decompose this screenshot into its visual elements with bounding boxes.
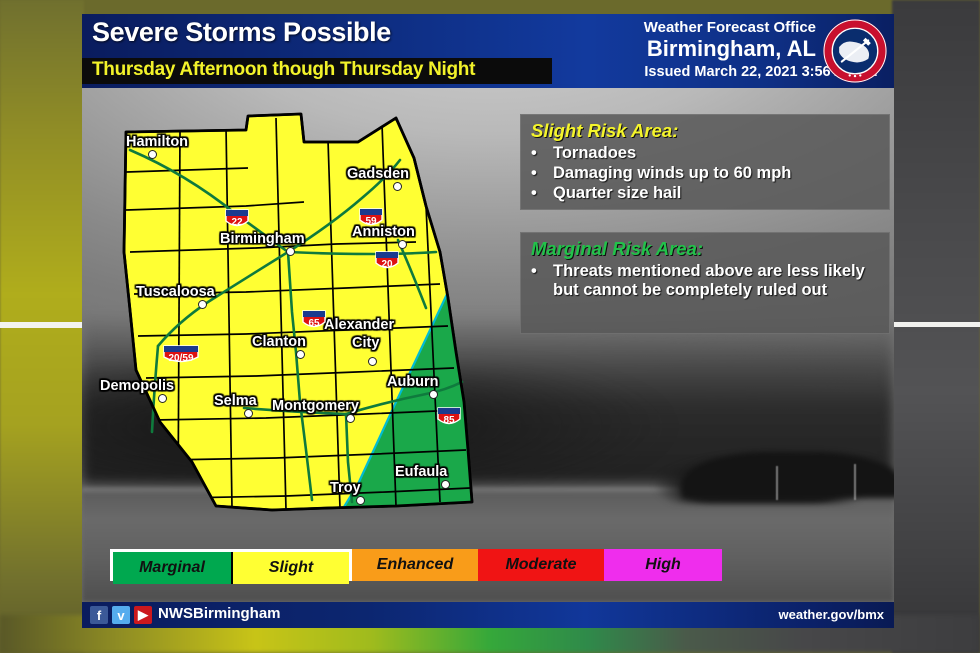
social-handle[interactable]: NWSBirmingham	[158, 605, 281, 622]
bullet-icon: •	[531, 184, 537, 202]
city-label: Demopolis	[100, 378, 175, 394]
city-label: Selma	[214, 393, 257, 409]
marginal-risk-heading: Marginal Risk Area:	[531, 238, 704, 259]
slight-risk-box: Slight Risk Area: • Tornadoes • Damaging…	[520, 114, 890, 210]
city-marker-dot	[198, 300, 207, 309]
marginal-bullet: • Threats mentioned above are less likel…	[531, 262, 889, 300]
legend-item-marginal: Marginal	[113, 552, 231, 584]
city-label: Troy	[330, 480, 361, 496]
city-marker-dot	[398, 240, 407, 249]
legend-label: Marginal	[139, 559, 205, 576]
bullet-icon: •	[531, 164, 537, 182]
city-label: Hamilton	[126, 134, 189, 150]
treeline	[682, 452, 894, 498]
header-bar: Severe Storms Possible Thursday Afternoo…	[82, 14, 894, 88]
footer-bar: f ᴠ ▶ NWSBirmingham weather.gov/bmx	[82, 602, 894, 628]
office-location: Birmingham, AL	[646, 36, 816, 61]
interstate-shield: 59	[358, 207, 384, 229]
city-label: Clanton	[252, 334, 306, 350]
city-marker-dot	[368, 357, 377, 366]
legend-label: Enhanced	[376, 556, 454, 573]
city-label: Montgomery	[272, 398, 359, 414]
graphic-panel: Severe Storms Possible Thursday Afternoo…	[82, 14, 894, 628]
marginal-risk-box: Marginal Risk Area: • Threats mentioned …	[520, 232, 890, 334]
bullet-text: Threats mentioned above are less likely …	[553, 262, 865, 299]
city-label: Alexander	[324, 317, 395, 333]
weather-graphic: Severe Storms Possible Thursday Afternoo…	[0, 0, 980, 653]
legend-label: High	[645, 556, 681, 573]
bullet-icon: •	[531, 262, 537, 280]
svg-text:59: 59	[365, 216, 377, 227]
slight-risk-heading: Slight Risk Area:	[531, 120, 679, 141]
legend-item-enhanced: Enhanced	[352, 549, 478, 581]
facebook-icon[interactable]: f	[90, 606, 108, 624]
bullet-icon: •	[531, 144, 537, 162]
city-marker-dot	[356, 496, 365, 505]
city-label: Eufaula	[395, 464, 448, 480]
city-label: Birmingham	[220, 231, 305, 247]
city-label: City	[352, 335, 380, 351]
svg-text:20: 20	[381, 259, 393, 270]
youtube-icon[interactable]: ▶	[134, 606, 152, 624]
interstate-shield: 65	[301, 309, 327, 331]
office-label: Weather Forecast Office	[643, 19, 816, 36]
svg-text:85: 85	[443, 415, 455, 426]
svg-text:65: 65	[308, 318, 320, 329]
website-url[interactable]: weather.gov/bmx	[779, 607, 884, 622]
city-label: Auburn	[387, 374, 439, 390]
interstate-shield: 20/59	[162, 344, 200, 366]
interstate-shield: 85	[436, 406, 462, 428]
city-marker-dot	[393, 182, 402, 191]
utility-pole	[854, 464, 856, 500]
city-marker-dot	[286, 247, 295, 256]
city-marker-dot	[244, 409, 253, 418]
risk-legend: Marginal Slight Enhanced Moderate High	[110, 549, 728, 584]
city-marker-dot	[158, 394, 167, 403]
svg-text:20/59: 20/59	[168, 353, 193, 364]
legend-label: Slight	[268, 559, 314, 576]
twitter-icon[interactable]: ᴠ	[112, 606, 130, 624]
page-title: Severe Storms Possible	[92, 17, 391, 47]
interstate-shield: 22	[224, 208, 250, 230]
city-marker-dot	[296, 350, 305, 359]
nws-logo-icon	[823, 19, 887, 83]
slight-bullet: • Quarter size hail	[531, 184, 889, 203]
left-white-divider	[0, 322, 84, 328]
bullet-text: Damaging winds up to 60 mph	[553, 164, 792, 182]
city-label: Gadsden	[347, 166, 410, 182]
svg-text:22: 22	[231, 217, 243, 228]
active-legend-group: Marginal Slight	[110, 549, 352, 584]
interstate-shield: 20	[374, 250, 400, 272]
city-label: Tuscaloosa	[136, 284, 215, 300]
risk-area-map: Hamilton Gadsden Anniston Birmingham Tuscalo…	[96, 102, 526, 522]
bullet-text: Tornadoes	[553, 144, 637, 162]
city-marker-dot	[429, 390, 438, 399]
legend-item-high: High	[604, 549, 722, 581]
slight-bullet: • Damaging winds up to 60 mph	[531, 164, 889, 183]
slight-bullet: • Tornadoes	[531, 144, 889, 163]
city-marker-dot	[148, 150, 157, 159]
right-white-divider	[892, 322, 980, 327]
bullet-text: Quarter size hail	[553, 184, 682, 202]
page-subtitle: Thursday Afternoon though Thursday Night	[92, 59, 476, 80]
legend-label: Moderate	[505, 556, 577, 573]
city-marker-dot	[441, 480, 450, 489]
utility-pole	[776, 466, 778, 500]
social-icons: f ᴠ ▶	[90, 606, 152, 624]
legend-item-moderate: Moderate	[478, 549, 604, 581]
city-marker-dot	[346, 414, 355, 423]
legend-item-slight: Slight	[231, 552, 349, 584]
